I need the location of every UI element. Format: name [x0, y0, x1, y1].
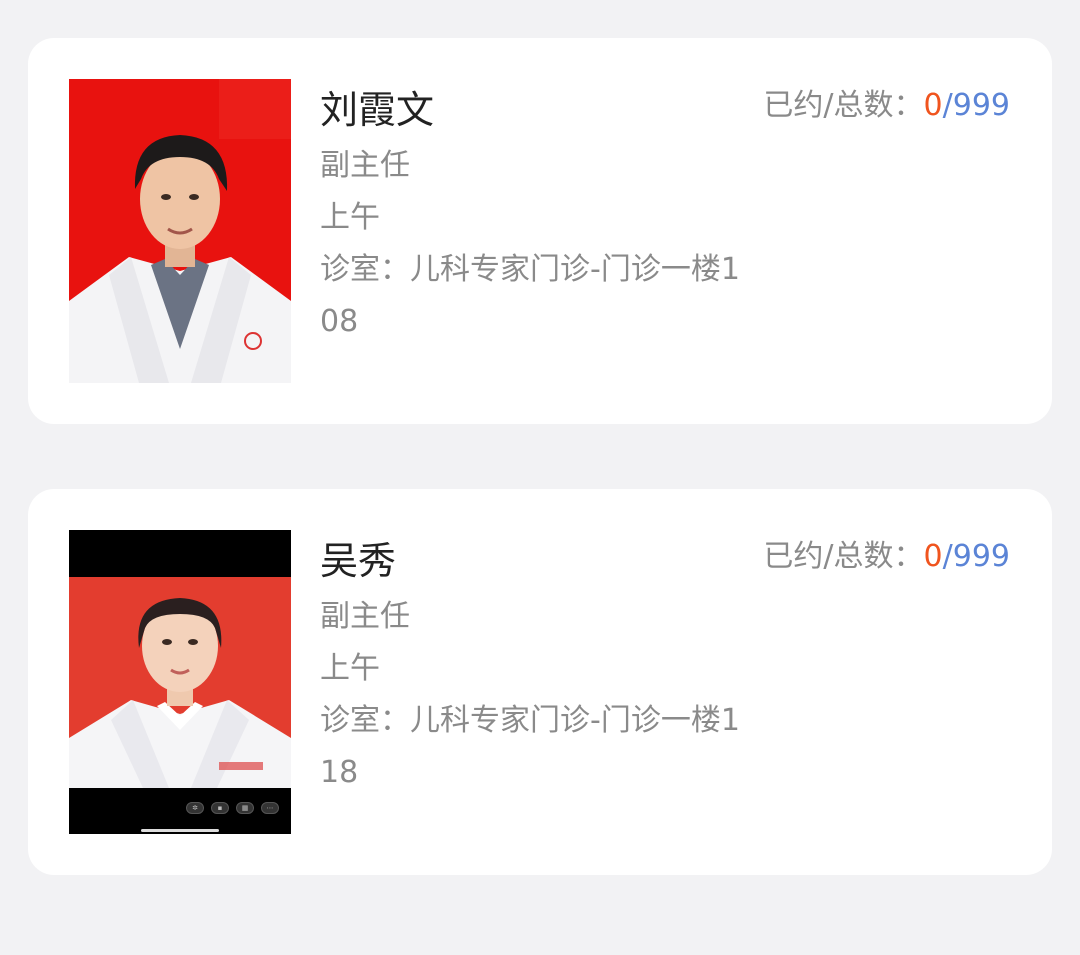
- doctor-name: 吴秀: [320, 539, 397, 583]
- total-count: 999: [952, 88, 1010, 123]
- session-time: 上午: [320, 200, 380, 235]
- doctor-title: 副主任: [320, 148, 410, 183]
- count-label: 已约/总数：: [763, 88, 924, 123]
- doctor-photo: ✲ ▪ ▦ ⋯: [69, 530, 291, 834]
- appointment-count: 已约/总数：0/999: [763, 86, 1010, 126]
- effects-icon: ✲: [186, 802, 204, 814]
- doctor-photo: [69, 79, 291, 383]
- grid-icon: ▦: [236, 802, 254, 814]
- camera-icon: ▪: [211, 802, 229, 814]
- home-indicator: [141, 829, 219, 832]
- doctor-name: 刘霞文: [320, 88, 435, 132]
- booked-count: 0: [923, 88, 943, 123]
- video-overlay-controls: ✲ ▪ ▦ ⋯: [186, 802, 279, 814]
- doctor-title: 副主任: [320, 599, 410, 634]
- doctor-info: 刘霞文 副主任 上午 诊室：儿科专家门诊-门诊一楼108: [320, 86, 750, 348]
- doctor-card[interactable]: 刘霞文 副主任 上午 诊室：儿科专家门诊-门诊一楼108 已约/总数：0/999: [28, 38, 1052, 424]
- total-count: 999: [952, 539, 1010, 574]
- clinic-room: 诊室：儿科专家门诊-门诊一楼108: [320, 252, 740, 339]
- clinic-room: 诊室：儿科专家门诊-门诊一楼118: [320, 703, 740, 790]
- appointment-count: 已约/总数：0/999: [763, 537, 1010, 577]
- doctor-list: 刘霞文 副主任 上午 诊室：儿科专家门诊-门诊一楼108 已约/总数：0/999: [0, 0, 1080, 955]
- more-icon: ⋯: [261, 802, 279, 814]
- count-separator: /: [942, 88, 953, 123]
- count-label: 已约/总数：: [763, 539, 924, 574]
- doctor-info: 吴秀 副主任 上午 诊室：儿科专家门诊-门诊一楼118: [320, 537, 750, 799]
- booked-count: 0: [923, 539, 943, 574]
- session-time: 上午: [320, 651, 380, 686]
- doctor-card[interactable]: ✲ ▪ ▦ ⋯ 吴秀 副主任 上午 诊室：儿科专家门诊-门诊一楼118 已约/总…: [28, 489, 1052, 875]
- count-separator: /: [942, 539, 953, 574]
